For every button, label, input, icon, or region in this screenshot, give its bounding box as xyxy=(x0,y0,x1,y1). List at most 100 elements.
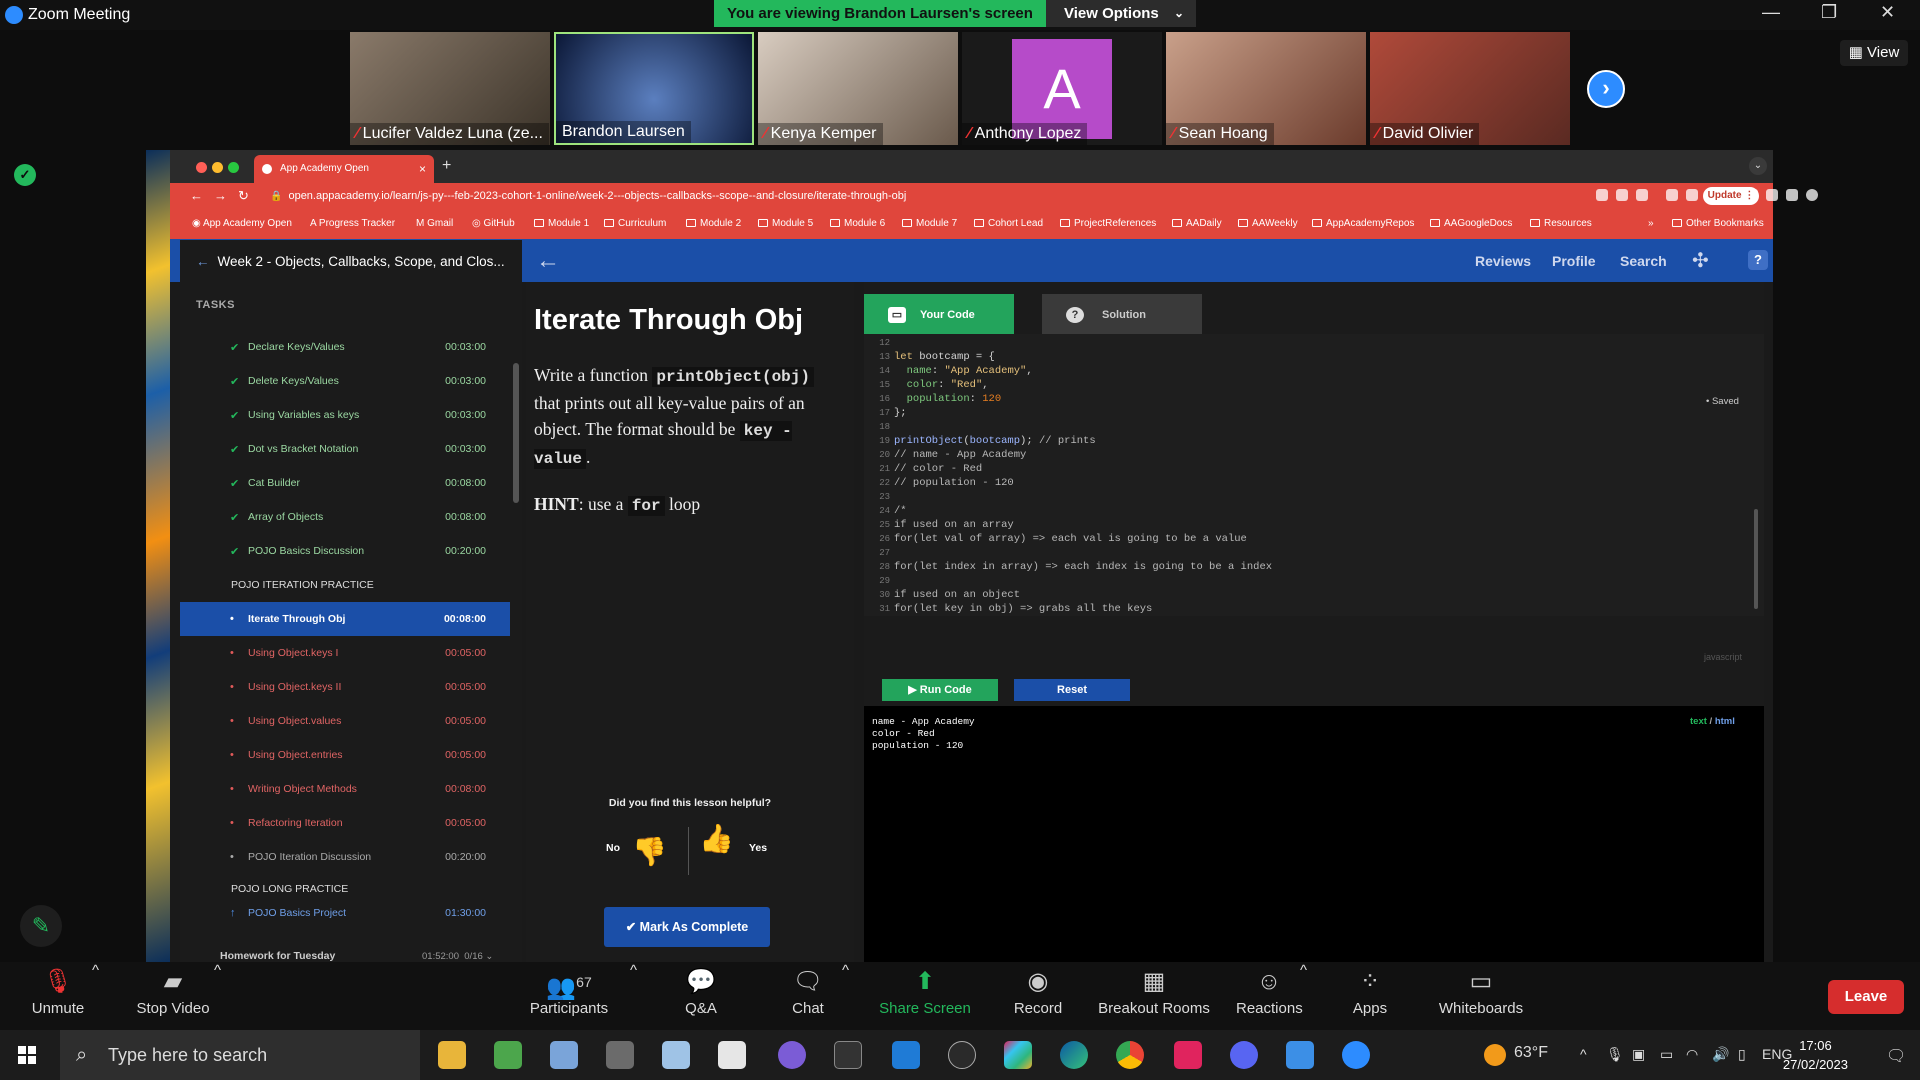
github-desktop-icon[interactable] xyxy=(948,1041,976,1069)
task-item[interactable]: ✔ Array of Objects 00:08:00 xyxy=(180,500,510,534)
task-item[interactable]: ✔ Delete Keys/Values 00:03:00 xyxy=(180,364,510,398)
back-arrow-icon[interactable]: ← xyxy=(536,247,560,275)
new-tab-plus-icon[interactable]: + xyxy=(442,157,451,175)
code-area[interactable]: 12 13 14 15 16 17 18 19 20 21 22 23 24 2… xyxy=(864,334,1764,616)
task-item[interactable]: ✔ Using Variables as keys 00:03:00 xyxy=(180,398,510,432)
url-field[interactable]: 🔒 open.appacademy.io/learn/js-py---feb-20… xyxy=(270,187,1770,205)
restore-icon[interactable]: ❐ xyxy=(1821,2,1837,23)
photos-icon[interactable] xyxy=(1286,1041,1314,1069)
chevron-up-icon[interactable]: ^ xyxy=(92,962,99,979)
run-code-button[interactable]: ▶ Run Code xyxy=(882,679,998,701)
browser-tab[interactable]: App Academy Open × xyxy=(254,155,434,183)
edge-icon[interactable] xyxy=(1060,1041,1088,1069)
notifications-icon[interactable]: 🗨 xyxy=(1886,1046,1906,1066)
zoom-taskbar-icon[interactable] xyxy=(1342,1041,1370,1069)
bookmark-item[interactable]: ◎ GitHub xyxy=(472,218,515,229)
unmute-button[interactable]: 🎙 Unmute xyxy=(20,962,96,1030)
stop-video-button[interactable]: ▰ Stop Video xyxy=(130,962,216,1030)
participant-tile[interactable]: ⁄ Kenya Kemper xyxy=(758,32,958,145)
share-icon[interactable] xyxy=(1616,189,1628,201)
chevron-down-icon[interactable]: ⌄ xyxy=(485,951,493,962)
header-link-reviews[interactable]: Reviews xyxy=(1475,253,1531,269)
header-link-profile[interactable]: Profile xyxy=(1552,253,1596,269)
chevron-up-icon[interactable]: ^ xyxy=(842,962,849,979)
extension-icon[interactable] xyxy=(1666,189,1678,201)
close-window-icon[interactable] xyxy=(196,162,207,173)
week-title[interactable]: ← Week 2 - Objects, Callbacks, Scope, and… xyxy=(180,240,522,283)
task-item[interactable]: ✔ Declare Keys/Values 00:03:00 xyxy=(180,330,510,364)
tab-your-code[interactable]: ▭ Your Code xyxy=(864,294,1014,336)
security-shield-icon[interactable]: ✓ xyxy=(14,164,36,186)
task-item-active[interactable]: • Iterate Through Obj 00:08:00 xyxy=(180,602,510,636)
bookmark-folder[interactable]: Cohort Lead xyxy=(974,218,1043,229)
network-icon[interactable]: ▣ xyxy=(1632,1046,1645,1063)
task-item[interactable]: ↑ POJO Basics Project 01:30:00 xyxy=(180,896,510,930)
close-icon[interactable]: ✕ xyxy=(1880,2,1895,23)
bookmark-folder[interactable]: Curriculum xyxy=(604,218,666,229)
windows-start-icon[interactable] xyxy=(18,1046,36,1064)
help-icon[interactable]: ? xyxy=(1748,250,1768,270)
notepad-icon[interactable] xyxy=(718,1041,746,1069)
chrome-icon[interactable] xyxy=(1116,1041,1144,1069)
app-icon[interactable] xyxy=(550,1041,578,1069)
file-explorer-icon[interactable] xyxy=(438,1041,466,1069)
tab-close-icon[interactable]: × xyxy=(419,155,426,183)
participant-tile[interactable]: ⁄ Lucifer Valdez Luna (ze... xyxy=(350,32,550,145)
back-arrow-icon[interactable]: ← xyxy=(190,188,203,203)
chevron-up-icon[interactable]: ^ xyxy=(1300,962,1307,979)
bookmark-item[interactable]: M Gmail xyxy=(416,218,453,229)
weather-icon[interactable] xyxy=(1484,1044,1506,1066)
bookmark-folder[interactable]: AAGoogleDocs xyxy=(1430,218,1512,229)
maximize-window-icon[interactable] xyxy=(228,162,239,173)
podcast-icon[interactable] xyxy=(778,1041,806,1069)
task-item[interactable]: • Refactoring Iteration 00:05:00 xyxy=(180,806,510,840)
bookmark-folder[interactable]: Module 2 xyxy=(686,218,741,229)
chevron-up-icon[interactable]: ^ xyxy=(214,962,221,979)
participant-tile[interactable]: ⁄ Sean Hoang xyxy=(1166,32,1366,145)
view-options-button[interactable]: View Options ⌄ xyxy=(1046,0,1196,27)
leave-button[interactable]: Leave xyxy=(1828,980,1904,1014)
reload-icon[interactable]: ↻ xyxy=(238,188,249,204)
share-screen-button[interactable]: ⬆ Share Screen xyxy=(876,962,974,1030)
qa-button[interactable]: 💬 Q&A xyxy=(676,962,726,1030)
task-item[interactable]: • Using Object.entries 00:05:00 xyxy=(180,738,510,772)
terminal-icon[interactable] xyxy=(834,1041,862,1069)
bookmark-folder[interactable]: Module 1 xyxy=(534,218,589,229)
next-page-arrow-icon[interactable]: › xyxy=(1587,70,1625,108)
tab-search-chevron-icon[interactable]: ⌄ xyxy=(1749,157,1767,175)
code-text[interactable]: ​ let bootcamp = { name: "App Academy", … xyxy=(894,336,1272,616)
task-item[interactable]: ✔ Dot vs Bracket Notation 00:03:00 xyxy=(180,432,510,466)
breakout-rooms-button[interactable]: ▦ Breakout Rooms xyxy=(1096,962,1212,1030)
bookmark-folder[interactable]: ProjectReferences xyxy=(1060,218,1156,229)
taskbar-search-box[interactable]: ⌕ Type here to search xyxy=(60,1030,420,1080)
clock[interactable]: 17:06 27/02/2023 xyxy=(1783,1036,1848,1074)
task-item[interactable]: • Writing Object Methods 00:08:00 xyxy=(180,772,510,806)
editor-scrollbar[interactable] xyxy=(1754,509,1758,609)
header-link-search[interactable]: Search xyxy=(1620,253,1667,269)
bookmark-item[interactable]: A Progress Tracker xyxy=(310,218,395,229)
task-item[interactable]: • Using Object.values 00:05:00 xyxy=(180,704,510,738)
battery-icon[interactable]: ▭ xyxy=(1660,1046,1673,1063)
discord-icon[interactable] xyxy=(1230,1041,1258,1069)
bookmarks-overflow-icon[interactable]: » xyxy=(1648,218,1654,229)
sidebar-icon[interactable] xyxy=(1786,189,1798,201)
homework-section[interactable]: Homework for Tuesday xyxy=(220,950,335,962)
task-item[interactable]: • Using Object.keys I 00:05:00 xyxy=(180,636,510,670)
display-icon[interactable]: ▯ xyxy=(1738,1046,1746,1063)
record-button[interactable]: ◉ Record xyxy=(1010,962,1066,1030)
bookmark-folder[interactable]: Module 7 xyxy=(902,218,957,229)
app-icon[interactable] xyxy=(606,1041,634,1069)
app-icon[interactable] xyxy=(1174,1041,1202,1069)
minimize-window-icon[interactable] xyxy=(212,162,223,173)
puzzle-extensions-icon[interactable] xyxy=(1766,189,1778,201)
forward-arrow-icon[interactable]: → xyxy=(214,188,227,203)
bookmark-folder[interactable]: Resources xyxy=(1530,218,1592,229)
bookmark-folder[interactable]: Module 6 xyxy=(830,218,885,229)
app-icon[interactable] xyxy=(494,1041,522,1069)
task-item[interactable]: ✔ POJO Basics Discussion 00:20:00 xyxy=(180,534,510,568)
zoom-icon[interactable] xyxy=(1596,189,1608,201)
annotate-pencil-icon[interactable]: ✎ xyxy=(20,905,62,947)
update-button[interactable]: Update ⋮ xyxy=(1703,187,1759,205)
task-item[interactable]: • POJO Iteration Discussion 00:20:00 xyxy=(180,840,510,874)
reactions-button[interactable]: ☺ Reactions xyxy=(1236,962,1303,1030)
